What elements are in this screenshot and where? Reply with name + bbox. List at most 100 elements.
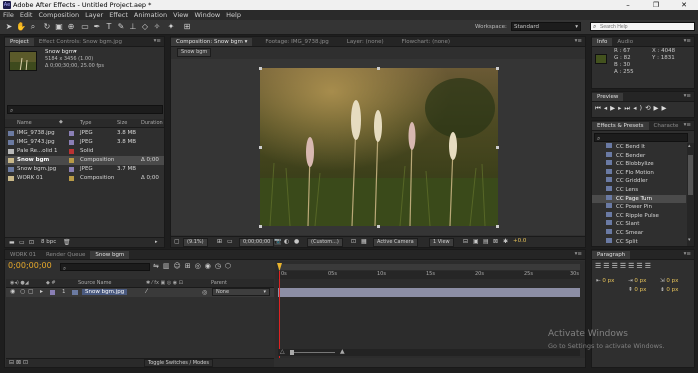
close-button[interactable]: ✕ <box>670 0 698 10</box>
menu-effect[interactable]: Effect <box>106 10 131 20</box>
region-icon[interactable]: ⊡ <box>351 238 356 245</box>
tab-effects-presets[interactable]: Effects & Presets <box>592 122 649 130</box>
pan-behind-tool-icon[interactable]: ⊕ <box>66 22 76 32</box>
workspace-select[interactable]: Standard ▾ <box>511 22 581 31</box>
list-item[interactable]: Snow bgm.jpg JPEG 3.7 MB <box>5 165 164 174</box>
effect-item[interactable]: CC Bender <box>592 151 686 161</box>
scroll-thumb[interactable] <box>688 155 693 195</box>
handle-bc[interactable] <box>377 225 380 228</box>
zoom-tool-icon[interactable]: ⌕ <box>28 22 38 32</box>
tab-work-01[interactable]: WORK 01 <box>5 251 41 259</box>
selection-tool-icon[interactable]: ➤ <box>4 22 14 32</box>
brush-tool-icon[interactable]: ✎ <box>116 22 126 32</box>
effect-item[interactable]: CC Bend It <box>592 143 686 152</box>
puppet-tool-icon[interactable]: ✦ <box>166 22 176 32</box>
time-ruler[interactable]: 0s 05s 10s 15s 20s 25s 30s <box>278 271 580 279</box>
tab-composition[interactable]: Composition: Snow bgm ▾ <box>171 38 253 46</box>
always-preview-icon[interactable]: ▢ <box>174 238 180 245</box>
menu-layer[interactable]: Layer <box>82 10 106 20</box>
tab-flowchart[interactable]: Flowchart: (none) <box>397 38 455 46</box>
panel-menu-icon[interactable]: ▾≡ <box>684 93 691 99</box>
handle-br[interactable] <box>496 225 499 228</box>
effects-search-input[interactable]: ⌕ <box>594 133 688 142</box>
first-frame-icon[interactable]: ⏮ <box>595 104 604 112</box>
tab-render-queue[interactable]: Render Queue <box>41 251 90 259</box>
timeline-timecode[interactable]: 0;00;00;00 <box>8 261 52 270</box>
resolution-select[interactable]: (Custom...) <box>307 238 343 247</box>
effect-item[interactable]: CC Flo Motion <box>592 168 686 178</box>
col-source-name[interactable]: Source Name <box>78 280 112 286</box>
camera-tool-icon[interactable]: ▣ <box>54 22 64 32</box>
pickwhip-icon[interactable]: ◎ <box>202 289 207 296</box>
snapshot-icon[interactable]: 📷 <box>274 238 281 245</box>
zoom-select[interactable]: (9.1%) <box>183 238 208 247</box>
expand-icon[interactable]: ▸ <box>40 288 43 295</box>
grid-icon[interactable]: ⊞ <box>217 238 222 245</box>
zoom-thumb[interactable] <box>290 350 294 355</box>
col-size[interactable]: Size <box>117 120 127 126</box>
align-right-icon[interactable]: ☰ <box>612 262 620 270</box>
timeline-search-input[interactable]: ⌕ <box>60 263 150 272</box>
pen-tool-icon[interactable]: ✒ <box>92 22 102 32</box>
toggle-pixel-icon[interactable]: ⊟ <box>463 238 468 245</box>
indent-right-field[interactable]: ⇥ 0 px <box>628 278 646 284</box>
ram-preview-icon[interactable]: ▶▶ <box>654 104 670 112</box>
brainstorm-icon[interactable]: ◉ <box>205 262 215 270</box>
frame-blend-icon[interactable]: ⊞ <box>185 262 195 270</box>
comp-flowchart-icon[interactable]: ⇋ <box>153 262 163 270</box>
comp-viewer[interactable] <box>171 59 585 235</box>
scroll-down-icon[interactable]: ▾ <box>688 237 691 243</box>
maximize-button[interactable]: ❐ <box>642 0 670 10</box>
tab-project[interactable]: Project <box>5 38 34 46</box>
play-icon[interactable]: ▶ <box>610 104 618 112</box>
handle-mr[interactable] <box>496 146 499 149</box>
col-name[interactable]: Name <box>17 120 32 126</box>
layer-row[interactable]: ◉ ○ ▢ ▸ 1 Snow bgm.jpg ⁄ ◎ None ▾ <box>6 288 274 297</box>
loop-icon[interactable]: ⟲ <box>645 104 653 112</box>
handle-ml[interactable] <box>259 146 262 149</box>
minimize-button[interactable]: – <box>614 0 642 10</box>
interpret-footage-icon[interactable]: ▬ <box>9 239 15 246</box>
list-item[interactable]: IMG_9743.jpg JPEG 3.8 MB <box>5 138 164 147</box>
first-line-indent-field[interactable]: ⇲ 0 px <box>660 278 678 284</box>
effect-item[interactable]: CC Ripple Pulse <box>592 211 686 221</box>
exposure-icon[interactable]: ✱ <box>503 238 508 245</box>
effect-item[interactable]: CC Power Pin <box>592 203 686 212</box>
work-area-bar[interactable] <box>278 264 580 270</box>
tab-footage[interactable]: Footage: IMG_9738.jpg <box>260 38 333 46</box>
list-item[interactable]: Snow bgm Composition Δ 0;00 <box>5 156 164 165</box>
scroll-up-icon[interactable]: ▴ <box>688 143 691 149</box>
clone-stamp-tool-icon[interactable]: ⊥ <box>128 22 138 32</box>
list-item[interactable]: IMG_9738.jpg JPEG 3.8 MB <box>5 129 164 138</box>
exposure-value[interactable]: +0.0 <box>513 238 526 244</box>
tab-snow-bgm[interactable]: Snow bgm <box>90 251 130 259</box>
new-comp-icon[interactable]: ⊡ <box>29 239 34 246</box>
tab-paragraph[interactable]: Paragraph <box>592 251 631 259</box>
tab-preview[interactable]: Preview <box>592 93 624 101</box>
panel-menu-icon[interactable]: ▾≡ <box>575 38 582 44</box>
zoom-in-icon[interactable]: ▲ <box>340 348 345 355</box>
trash-icon[interactable]: 🗑 <box>63 239 71 246</box>
effect-item[interactable]: CC Slant <box>592 220 686 229</box>
menu-file[interactable]: File <box>0 10 17 20</box>
toggle-switches-modes-button[interactable]: Toggle Switches / Modes <box>144 359 213 367</box>
effect-item[interactable]: CC Griddler <box>592 177 686 186</box>
effect-item[interactable]: CC Smear <box>592 228 686 238</box>
layer-duration-bar[interactable] <box>278 288 580 297</box>
project-search-input[interactable]: ⌕ <box>7 105 163 114</box>
list-item[interactable]: WORK 01 Composition Δ 0;00 <box>5 174 164 183</box>
camera-select[interactable]: Active Camera <box>373 238 418 247</box>
scroll-right-icon[interactable]: ▸ <box>155 239 158 245</box>
new-folder-icon[interactable]: ▭ <box>19 239 25 246</box>
effect-item[interactable]: CC Split <box>592 237 686 246</box>
hand-tool-icon[interactable]: ✋ <box>16 22 26 32</box>
channel-icon[interactable]: ◐ <box>284 238 289 245</box>
indent-left-field[interactable]: ⇤ 0 px <box>596 278 614 284</box>
zoom-out-icon[interactable]: △ <box>280 348 285 355</box>
audio-icon[interactable]: ◂) <box>633 104 645 112</box>
menu-help[interactable]: Help <box>223 10 244 20</box>
align-icon[interactable]: ⊞ <box>182 22 192 32</box>
tab-character[interactable]: Characte <box>649 122 684 130</box>
label-swatch[interactable] <box>50 290 55 295</box>
mask-icon[interactable]: ▭ <box>227 238 233 245</box>
